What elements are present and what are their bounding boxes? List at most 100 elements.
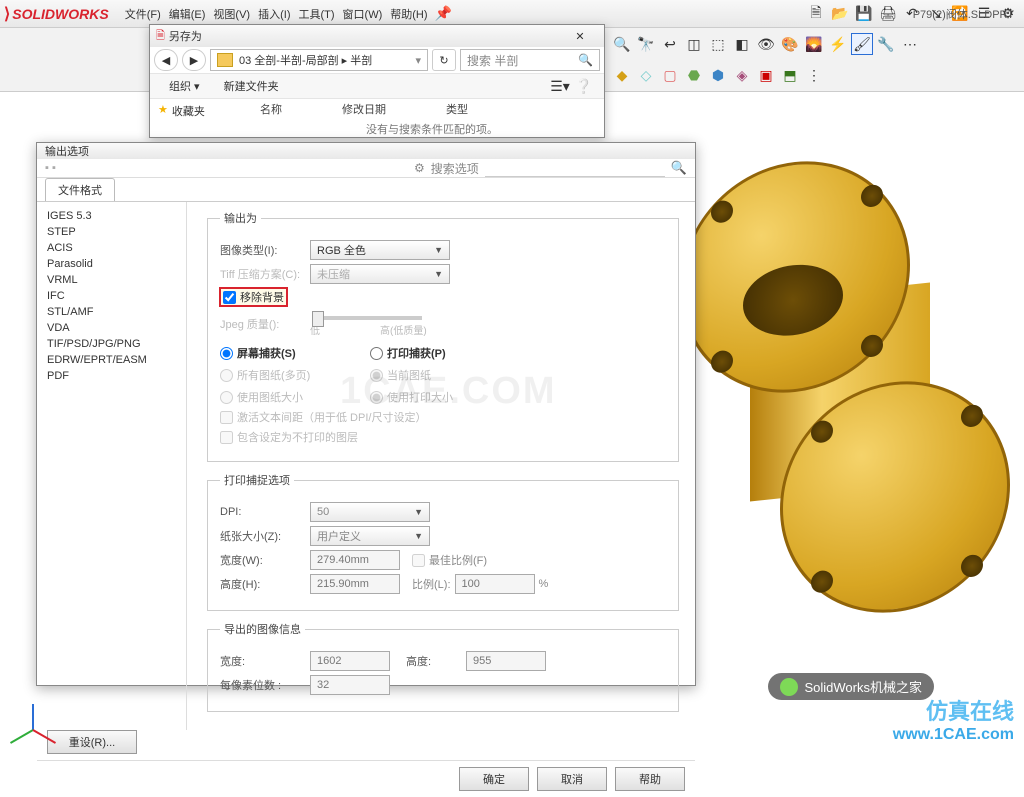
export-search-row: ▪ ▪ ⚙ 搜索选项 🔍: [37, 159, 695, 178]
width-field: 279.40mm: [310, 550, 400, 570]
fmt-vrml[interactable]: VRML: [47, 272, 176, 288]
fmt-edrw[interactable]: EDRW/EPRT/EASM: [47, 352, 176, 368]
breadcrumb[interactable]: 03 全剖-半剖-局部剖 ▸ 半剖 ▾: [210, 49, 428, 71]
section-view-icon[interactable]: ◫: [683, 33, 705, 55]
radio-print[interactable]: 打印捕获(P): [370, 345, 516, 361]
menu-window[interactable]: 窗口(W): [343, 6, 383, 22]
fmt-step[interactable]: STEP: [47, 224, 176, 240]
menu-file[interactable]: 文件(F): [125, 6, 161, 22]
new-folder-button[interactable]: 新建文件夹: [213, 74, 290, 98]
save-as-title: 另存为: [169, 28, 202, 44]
save-as-titlebar: 🗎 另存为 ✕: [150, 25, 604, 47]
col-date[interactable]: 修改日期: [342, 101, 386, 117]
open-icon[interactable]: 📂: [829, 3, 851, 25]
tiff-comp-label: Tiff 压缩方案(C):: [220, 266, 310, 282]
eval-icon[interactable]: ▣: [755, 65, 777, 87]
surface-icon[interactable]: ◇: [635, 65, 657, 87]
image-type-select[interactable]: RGB 全色▼: [310, 240, 450, 260]
path-text: 03 全剖-半剖-局部剖 ▸ 半剖: [239, 52, 372, 68]
wechat-icon: [780, 678, 798, 696]
address-bar: ◀ ▶ 03 全剖-半剖-局部剖 ▸ 半剖 ▾ ↻ 搜索 半剖 🔍: [150, 47, 604, 73]
app-logo: SOLIDWORKS: [4, 4, 109, 24]
bits-label: 每像素位数 :: [220, 677, 310, 693]
column-headers[interactable]: 名称 修改日期 类型: [260, 99, 604, 119]
reset-button[interactable]: 重设(R)...: [47, 730, 137, 754]
feature-icon[interactable]: ◆: [611, 65, 633, 87]
menu-help[interactable]: 帮助(H): [390, 6, 427, 22]
search-options-label: 搜索选项: [431, 160, 479, 177]
help-icon[interactable]: ❔: [573, 75, 595, 97]
organize-button[interactable]: 组织 ▾: [158, 74, 211, 98]
view-orient-icon[interactable]: ⬚: [707, 33, 729, 55]
new-icon[interactable]: 🗎: [805, 3, 827, 25]
format-list: IGES 5.3 STEP ACIS Parasolid VRML IFC ST…: [37, 202, 187, 730]
zoom-area-icon[interactable]: 🔭: [635, 33, 657, 55]
search-options-input[interactable]: [485, 159, 665, 177]
view-settings-icon[interactable]: ⋯: [899, 33, 921, 55]
radio-sheetsize: 使用图纸大小: [220, 389, 356, 405]
menu-view[interactable]: 视图(V): [213, 6, 250, 22]
render-icon[interactable]: ⚡: [827, 33, 849, 55]
output-as-group: 输出为 图像类型(I): RGB 全色▼ Tiff 压缩方案(C): 未压缩▼ …: [207, 210, 679, 462]
fmt-parasolid[interactable]: Parasolid: [47, 256, 176, 272]
fmt-stl[interactable]: STL/AMF: [47, 304, 176, 320]
hide-show-icon[interactable]: 👁: [755, 33, 777, 55]
prev-view-icon[interactable]: ↩: [659, 33, 681, 55]
apply-scene-icon[interactable]: 🔧: [875, 33, 897, 55]
view-mode-icon[interactable]: ☰▾: [549, 75, 571, 97]
menu-edit[interactable]: 编辑(E): [169, 6, 206, 22]
document-filename: P79(2)阀体.SLDPRT: [913, 6, 1014, 22]
menu-tools[interactable]: 工具(T): [298, 6, 334, 22]
scene-icon[interactable]: 🌄: [803, 33, 825, 55]
toolbar-row: 组织 ▾ 新建文件夹 ☰▾ ❔: [150, 73, 604, 99]
edit-appearance-icon[interactable]: 🖌: [851, 33, 873, 55]
remove-bg-checkbox[interactable]: 移除背景: [220, 288, 287, 306]
export-options-dialog: 输出选项 ▪ ▪ ⚙ 搜索选项 🔍 文件格式 IGES 5.3 STEP ACI…: [36, 142, 696, 686]
info-height-label: 高度:: [406, 653, 466, 669]
fmt-tif[interactable]: TIF/PSD/JPG/PNG: [47, 336, 176, 352]
ratio-label: 比例(L):: [412, 576, 451, 592]
fmt-vda[interactable]: VDA: [47, 320, 176, 336]
display-style-icon[interactable]: ◧: [731, 33, 753, 55]
dpi-select: 50▼: [310, 502, 430, 522]
mesh-icon[interactable]: ◈: [731, 65, 753, 87]
nav-forward-button[interactable]: ▶: [182, 49, 206, 71]
sheet-icon[interactable]: ▢: [659, 65, 681, 87]
fmt-pdf[interactable]: PDF: [47, 368, 176, 384]
fmt-acis[interactable]: ACIS: [47, 240, 176, 256]
ratio-field: 100: [455, 574, 535, 594]
print-icon[interactable]: 🖨: [877, 3, 899, 25]
search-icon[interactable]: 🔍: [671, 160, 687, 176]
dim-icon[interactable]: ⬒: [779, 65, 801, 87]
ok-button[interactable]: 确定: [459, 767, 529, 791]
tab-file-format[interactable]: 文件格式: [45, 178, 115, 201]
col-name[interactable]: 名称: [260, 101, 282, 117]
weld-icon[interactable]: ⬣: [683, 65, 705, 87]
fmt-iges[interactable]: IGES 5.3: [47, 208, 176, 224]
paper-select: 用户定义▼: [310, 526, 430, 546]
pin-icon[interactable]: 📌: [433, 3, 455, 25]
cancel-button[interactable]: 取消: [537, 767, 607, 791]
orientation-triad[interactable]: [12, 694, 52, 734]
favorites-label: 收藏夹: [172, 103, 205, 119]
save-icon[interactable]: 💾: [853, 3, 875, 25]
export-titlebar: 输出选项: [37, 143, 695, 159]
search-placeholder: 搜索 半剖: [467, 52, 518, 69]
col-type[interactable]: 类型: [446, 101, 468, 117]
menu-insert[interactable]: 插入(I): [258, 6, 290, 22]
mold-icon[interactable]: ⬢: [707, 65, 729, 87]
output-as-legend: 输出为: [220, 210, 261, 226]
search-input[interactable]: 搜索 半剖 🔍: [460, 49, 600, 71]
sub-placeholder: ▪ ▪: [45, 162, 56, 174]
appearance-icon[interactable]: 🎨: [779, 33, 801, 55]
radio-screen[interactable]: 屏幕捕获(S): [220, 345, 356, 361]
more-icon[interactable]: ⋮: [803, 65, 825, 87]
help-button[interactable]: 帮助: [615, 767, 685, 791]
zoom-fit-icon[interactable]: 🔍: [611, 33, 633, 55]
chk-include: 包含设定为不打印的图层: [220, 429, 358, 445]
favorites-pane[interactable]: ★收藏夹: [150, 99, 260, 135]
fmt-ifc[interactable]: IFC: [47, 288, 176, 304]
refresh-button[interactable]: ↻: [432, 49, 456, 71]
nav-back-button[interactable]: ◀: [154, 49, 178, 71]
close-icon[interactable]: ✕: [562, 30, 598, 43]
